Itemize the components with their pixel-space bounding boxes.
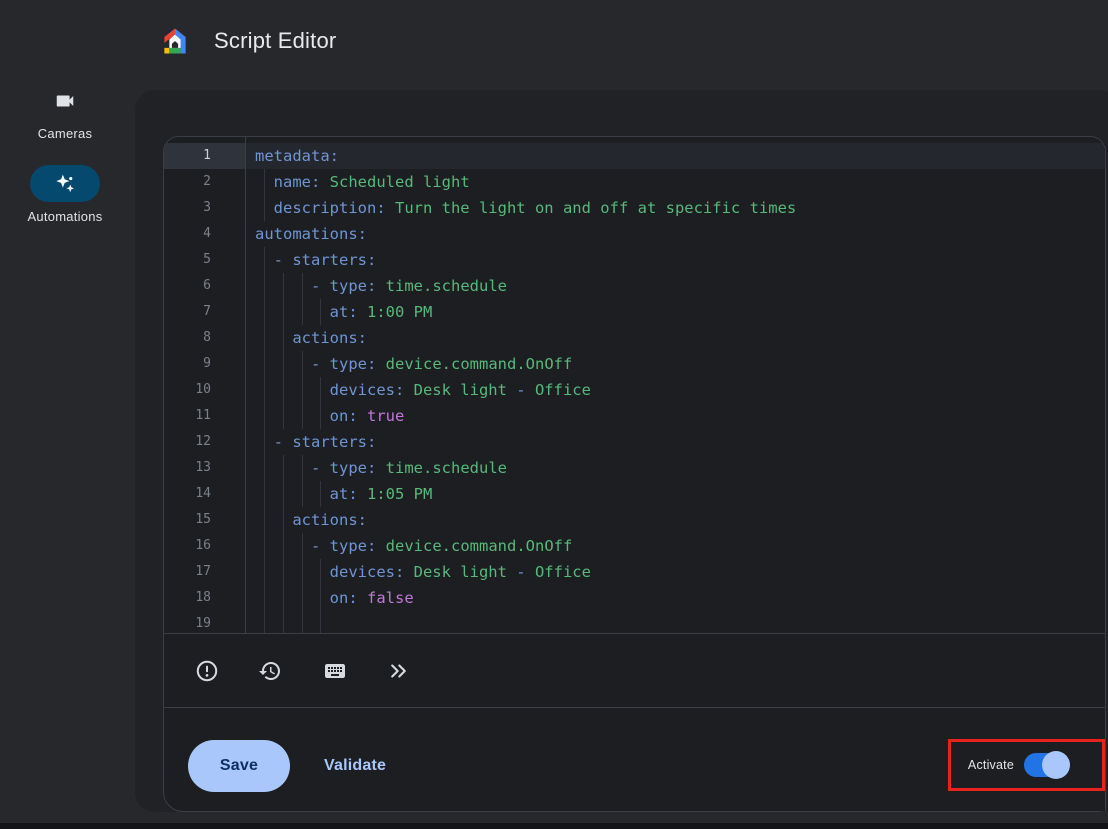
code-line[interactable]: 8 actions: (164, 325, 1105, 351)
toggle-thumb (1042, 751, 1070, 779)
activate-label: Activate (968, 758, 1014, 772)
code-line[interactable]: 12 - starters: (164, 429, 1105, 455)
code-content: description: Turn the light on and off a… (245, 195, 1105, 221)
code-line[interactable]: 5 - starters: (164, 247, 1105, 273)
line-number: 2 (164, 169, 245, 195)
sidebar-item-cameras[interactable]: Cameras (3, 82, 127, 141)
code-line[interactable]: 7 at: 1:00 PM (164, 299, 1105, 325)
activate-toggle[interactable] (1024, 751, 1070, 779)
gutter-divider (245, 137, 246, 633)
code-line[interactable]: 3 description: Turn the light on and off… (164, 195, 1105, 221)
line-number: 5 (164, 247, 245, 273)
code-content: metadata: (245, 143, 1105, 169)
line-number: 18 (164, 585, 245, 611)
google-home-logo-icon (160, 26, 190, 56)
code-content: - starters: (245, 247, 1105, 273)
action-bar: Save Validate Activate (164, 708, 1105, 811)
code-content: actions: (245, 507, 1105, 533)
line-number: 12 (164, 429, 245, 455)
save-button[interactable]: Save (188, 740, 290, 792)
annotation-highlight: Activate (948, 739, 1105, 791)
code-line[interactable]: 18 on: false (164, 585, 1105, 611)
code-line[interactable]: 9 - type: device.command.OnOff (164, 351, 1105, 377)
page-title: Script Editor (214, 28, 336, 54)
sidebar-item-automations[interactable]: Automations (3, 165, 127, 224)
code-content: - type: device.command.OnOff (245, 351, 1105, 377)
line-number: 6 (164, 273, 245, 299)
code-line[interactable]: 1metadata: (164, 143, 1105, 169)
error-icon[interactable] (195, 659, 219, 683)
keyboard-icon[interactable] (323, 659, 347, 683)
line-number: 14 (164, 481, 245, 507)
code-line[interactable]: 2 name: Scheduled light (164, 169, 1105, 195)
code-content: actions: (245, 325, 1105, 351)
code-content: on: false (245, 585, 1105, 611)
code-content: name: Scheduled light (245, 169, 1105, 195)
line-number: 11 (164, 403, 245, 429)
code-lines: 1metadata:2 name: Scheduled light3 descr… (164, 143, 1105, 633)
sidebar-item-label: Automations (27, 209, 102, 224)
code-line[interactable]: 19 (164, 611, 1105, 633)
code-line[interactable]: 16 - type: device.command.OnOff (164, 533, 1105, 559)
code-content: at: 1:00 PM (245, 299, 1105, 325)
code-editor[interactable]: 1metadata:2 name: Scheduled light3 descr… (164, 137, 1105, 633)
code-line[interactable]: 11 on: true (164, 403, 1105, 429)
code-content: - starters: (245, 429, 1105, 455)
line-number: 19 (164, 611, 245, 633)
code-content: devices: Desk light - Office (245, 559, 1105, 585)
history-icon[interactable] (258, 659, 282, 683)
code-content (245, 611, 1105, 633)
code-content: - type: time.schedule (245, 273, 1105, 299)
line-number: 16 (164, 533, 245, 559)
sidebar-item-label: Cameras (38, 126, 93, 141)
sparkle-icon (55, 173, 76, 194)
code-content: on: true (245, 403, 1105, 429)
code-line[interactable]: 13 - type: time.schedule (164, 455, 1105, 481)
code-content: - type: device.command.OnOff (245, 533, 1105, 559)
line-number: 10 (164, 377, 245, 403)
line-number: 8 (164, 325, 245, 351)
editor-panel: 1metadata:2 name: Scheduled light3 descr… (163, 136, 1106, 812)
camera-icon (54, 90, 76, 112)
line-number: 3 (164, 195, 245, 221)
line-number: 17 (164, 559, 245, 585)
script-editor-page: Script Editor Cameras Automations (0, 0, 1108, 829)
code-line[interactable]: 6 - type: time.schedule (164, 273, 1105, 299)
code-line[interactable]: 4automations: (164, 221, 1105, 247)
editor-card: 1metadata:2 name: Scheduled light3 descr… (135, 90, 1108, 812)
code-content: devices: Desk light - Office (245, 377, 1105, 403)
code-line[interactable]: 17 devices: Desk light - Office (164, 559, 1105, 585)
line-number: 1 (164, 143, 245, 169)
line-number: 4 (164, 221, 245, 247)
code-content: at: 1:05 PM (245, 481, 1105, 507)
validate-button[interactable]: Validate (314, 740, 396, 792)
code-line[interactable]: 15 actions: (164, 507, 1105, 533)
expand-icon[interactable] (386, 659, 410, 683)
code-content: automations: (245, 221, 1105, 247)
editor-toolbar (164, 633, 1105, 708)
line-number: 13 (164, 455, 245, 481)
line-number: 7 (164, 299, 245, 325)
sidebar: Cameras Automations (0, 82, 130, 224)
code-line[interactable]: 10 devices: Desk light - Office (164, 377, 1105, 403)
bottom-edge (0, 823, 1108, 829)
header: Script Editor (160, 0, 336, 82)
code-content: - type: time.schedule (245, 455, 1105, 481)
line-number: 9 (164, 351, 245, 377)
line-number: 15 (164, 507, 245, 533)
code-line[interactable]: 14 at: 1:05 PM (164, 481, 1105, 507)
